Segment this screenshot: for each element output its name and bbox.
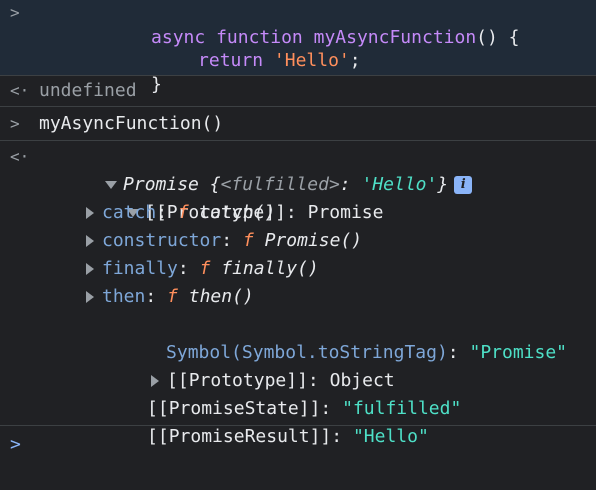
method-key: then	[102, 286, 146, 307]
tree-row-method-finally[interactable]: finally: f finally()	[0, 255, 596, 283]
console-output-entry-1: <· undefined	[0, 76, 596, 107]
output-value: undefined	[39, 80, 137, 101]
collapsed-triangle-icon[interactable]	[86, 263, 94, 275]
prompt-caret-icon: >	[10, 434, 21, 455]
tree-row-method-catch[interactable]: catch: f catch()	[0, 199, 596, 227]
output-arrow-icon: <·	[10, 81, 30, 100]
function-f-icon: f	[199, 258, 211, 279]
input-chevron-icon: >	[10, 3, 20, 22]
method-signature: finally()	[221, 258, 319, 279]
tree-row-method-constructor[interactable]: constructor: f Promise()	[0, 227, 596, 255]
console-input-entry-2[interactable]: > myAsyncFunction()	[0, 107, 596, 141]
collapsed-triangle-icon[interactable]	[86, 235, 94, 247]
method-key: constructor	[102, 230, 222, 251]
tree-row-method-then[interactable]: then: f then()	[0, 283, 596, 311]
method-signature: catch()	[199, 202, 276, 223]
function-f-icon: f	[167, 286, 178, 307]
collapsed-triangle-icon[interactable]	[86, 207, 94, 219]
console-output-entry-2: <· Promise {<fulfilled>: 'Hello'} i [[Pro…	[0, 141, 596, 447]
method-signature: Promise()	[264, 230, 363, 251]
promise-summary-row[interactable]: <· Promise {<fulfilled>: 'Hello'} i	[0, 143, 596, 195]
output-arrow-icon: <·	[10, 147, 30, 166]
input-chevron-icon: >	[10, 114, 20, 133]
console-prompt[interactable]: >	[0, 426, 596, 466]
tree-row-inner-prototype[interactable]: [[Prototype]]: Object	[0, 339, 596, 391]
collapsed-triangle-icon[interactable]	[86, 291, 94, 303]
tree-row-promise-state: [[PromiseState]]: "fulfilled"	[147, 398, 462, 419]
function-f-icon: f	[177, 202, 189, 223]
method-key: catch	[102, 202, 157, 223]
console-input-entry-1[interactable]: > async function myAsyncFunction() { ret…	[0, 0, 596, 95]
method-signature: then()	[188, 286, 254, 307]
tree-row-symbol: Symbol(Symbol.toStringTag): "Promise"	[166, 342, 568, 363]
method-key: finally	[102, 258, 178, 279]
function-f-icon: f	[242, 230, 254, 251]
tree-row-prototype[interactable]: [[Prototype]]: Promise	[0, 171, 596, 223]
input-expression: myAsyncFunction()	[39, 113, 224, 134]
tree-row-promise-result: [[PromiseResult]]: "Hello"	[147, 426, 429, 447]
